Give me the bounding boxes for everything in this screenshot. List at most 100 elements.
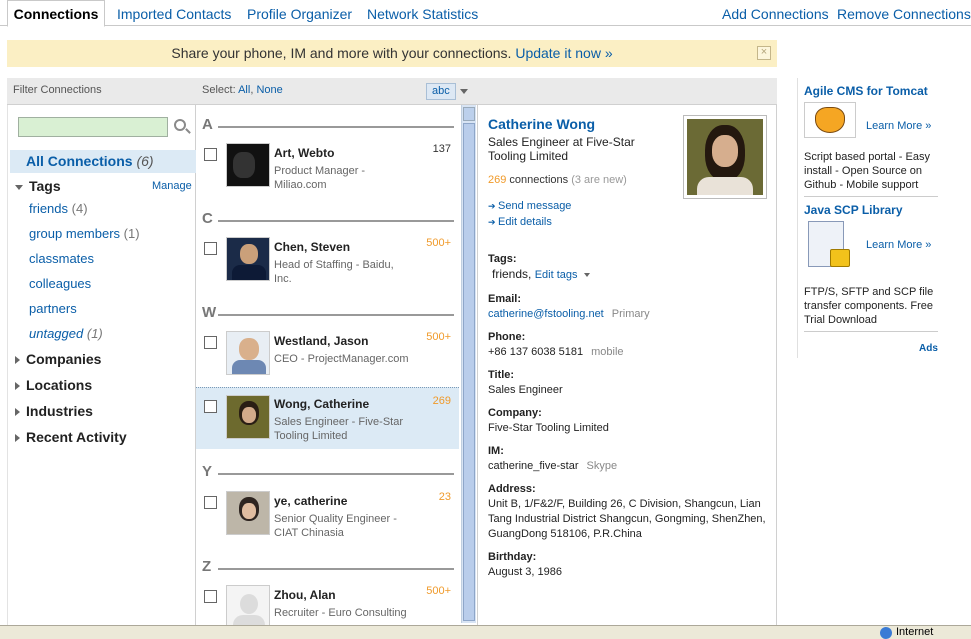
tag-label: classmates: [29, 251, 95, 266]
ad2-learn-more-link[interactable]: Learn More »: [866, 239, 931, 251]
update-now-link[interactable]: Update it now »: [515, 45, 612, 61]
ad1-title[interactable]: Agile CMS for Tomcat: [804, 84, 928, 98]
select-all-link[interactable]: All: [238, 84, 250, 96]
tab-profile-organizer[interactable]: Profile Organizer: [247, 6, 352, 22]
contact-headline: Head of Staffing - Baidu, Inc.: [274, 259, 394, 285]
connections-list: A Art, Webto Product Manager - Miliao.co…: [196, 105, 459, 625]
email-link[interactable]: catherine@fstooling.net: [488, 308, 604, 320]
contact-name[interactable]: Zhou, Alan: [274, 588, 336, 602]
email-type: Primary: [611, 308, 650, 320]
contact-name[interactable]: ye, catherine: [274, 494, 347, 508]
select-checkbox[interactable]: [204, 148, 217, 161]
select-checkbox[interactable]: [204, 336, 217, 349]
industries-section[interactable]: Industries: [15, 403, 93, 419]
search-icon[interactable]: [174, 119, 186, 131]
select-checkbox[interactable]: [204, 590, 217, 603]
ad2-title[interactable]: Java SCP Library: [804, 203, 903, 217]
recent-activity-section[interactable]: Recent Activity: [15, 429, 127, 445]
tag-count: (1): [86, 326, 103, 341]
manage-tags-link[interactable]: Manage: [152, 180, 192, 192]
list-item[interactable]: Art, Webto Product Manager - Miliao.com …: [196, 143, 459, 205]
tags-text: friends,: [492, 267, 532, 281]
contact-name[interactable]: Westland, Jason: [274, 334, 368, 348]
tag-untagged[interactable]: untagged (1): [29, 326, 103, 341]
send-message-link[interactable]: Send message: [488, 200, 571, 212]
tag-friends[interactable]: friends (4): [29, 201, 88, 216]
avatar: [226, 585, 270, 625]
contact-headline: Recruiter - Euro Consulting: [274, 607, 407, 619]
ad2-text: FTP/S, SFTP and SCP file transfer compon…: [804, 286, 934, 326]
birthday-label: Birthday:: [488, 551, 537, 563]
companies-section[interactable]: Companies: [15, 351, 101, 367]
ads-label[interactable]: Ads: [919, 343, 938, 354]
tags-section[interactable]: Tags: [15, 178, 61, 194]
tab-connections[interactable]: Connections: [7, 0, 105, 27]
select-checkbox[interactable]: [204, 400, 217, 413]
ad1-learn-more-link[interactable]: Learn More »: [866, 120, 931, 132]
scroll-up-icon[interactable]: [463, 107, 475, 121]
tag-label: group members: [29, 226, 121, 241]
list-scrollbar[interactable]: [461, 105, 476, 623]
close-icon[interactable]: ×: [757, 46, 771, 60]
avatar: [226, 331, 270, 375]
collapse-icon: [15, 184, 23, 190]
contact-headline: Senior Quality Engineer - CIAT Chinasia: [274, 513, 397, 539]
sort-dropdown-icon[interactable]: [460, 89, 468, 94]
select-none-link[interactable]: None: [256, 84, 282, 96]
phone-type: mobile: [591, 346, 624, 358]
connections-count: 269: [488, 174, 507, 186]
document-lock-icon[interactable]: [804, 221, 856, 271]
add-connections-link[interactable]: Add Connections: [722, 6, 829, 22]
tag-partners[interactable]: partners: [29, 301, 77, 316]
tag-group-members[interactable]: group members (1): [29, 226, 140, 241]
edit-tags-link[interactable]: Edit tags: [535, 269, 578, 281]
list-item[interactable]: ye, catherine Senior Quality Engineer - …: [196, 491, 459, 553]
detail-name[interactable]: Catherine Wong: [488, 116, 595, 132]
select-checkbox[interactable]: [204, 242, 217, 255]
list-item[interactable]: Chen, Steven Head of Staffing - Baidu, I…: [196, 237, 459, 299]
list-item-selected[interactable]: Wong, Catherine Sales Engineer - Five-St…: [196, 387, 459, 449]
tomcat-logo-icon[interactable]: [804, 102, 856, 138]
list-item[interactable]: Zhou, Alan Recruiter - Euro Consulting 5…: [196, 585, 459, 625]
phone-row: +86 137 6038 5181 mobile: [488, 345, 773, 360]
tab-network-statistics[interactable]: Network Statistics: [367, 6, 478, 22]
list-header: Select: All, None abc: [196, 78, 477, 105]
detail-title: Sales Engineer at Five-Star Tooling Limi…: [488, 135, 635, 163]
tag-label: friends: [29, 201, 69, 216]
connection-count: 137: [432, 143, 451, 155]
birthday-value: August 3, 1986: [488, 566, 563, 578]
contact-name[interactable]: Art, Webto: [274, 146, 334, 160]
select-label: Select:: [202, 84, 236, 96]
browser-status-bar: Internet: [0, 625, 971, 639]
edit-details-link[interactable]: Edit details: [488, 216, 552, 228]
tag-colleagues[interactable]: colleagues: [29, 276, 91, 291]
select-checkbox[interactable]: [204, 496, 217, 509]
filter-search-input[interactable]: [18, 117, 168, 137]
edit-tags-dropdown-icon[interactable]: [583, 272, 590, 277]
tag-label: colleagues: [29, 276, 92, 291]
detail-header: [477, 78, 777, 105]
title-label: Title:: [488, 369, 515, 381]
all-connections-label: All Connections: [26, 153, 133, 169]
tab-imported-contacts[interactable]: Imported Contacts: [117, 6, 231, 22]
connection-count: 500+: [426, 585, 451, 597]
contact-name[interactable]: Chen, Steven: [274, 240, 350, 254]
expand-icon: [15, 434, 20, 443]
all-connections-filter[interactable]: All Connections (6): [10, 150, 196, 173]
phone-value: +86 137 6038 5181: [488, 346, 584, 358]
scroll-thumb[interactable]: [463, 123, 475, 621]
letter-divider: C: [202, 210, 451, 227]
remove-connections-link[interactable]: Remove Connections: [837, 6, 971, 22]
banner-text: Share your phone, IM and more with your …: [171, 45, 512, 61]
locations-section[interactable]: Locations: [15, 377, 92, 393]
contact-name[interactable]: Wong, Catherine: [274, 397, 369, 411]
list-item[interactable]: Westland, Jason CEO - ProjectManager.com…: [196, 331, 459, 393]
company-value: Five-Star Tooling Limited: [488, 422, 609, 434]
section-label: Locations: [26, 377, 93, 393]
sort-button[interactable]: abc: [426, 83, 456, 100]
tag-classmates[interactable]: classmates: [29, 251, 94, 266]
contact-headline: Sales Engineer - Five-Star Tooling Limit…: [274, 416, 403, 442]
contact-headline: CEO - ProjectManager.com: [274, 353, 409, 365]
connections-new: (3 are new): [571, 174, 627, 186]
connection-count: 23: [438, 491, 451, 503]
